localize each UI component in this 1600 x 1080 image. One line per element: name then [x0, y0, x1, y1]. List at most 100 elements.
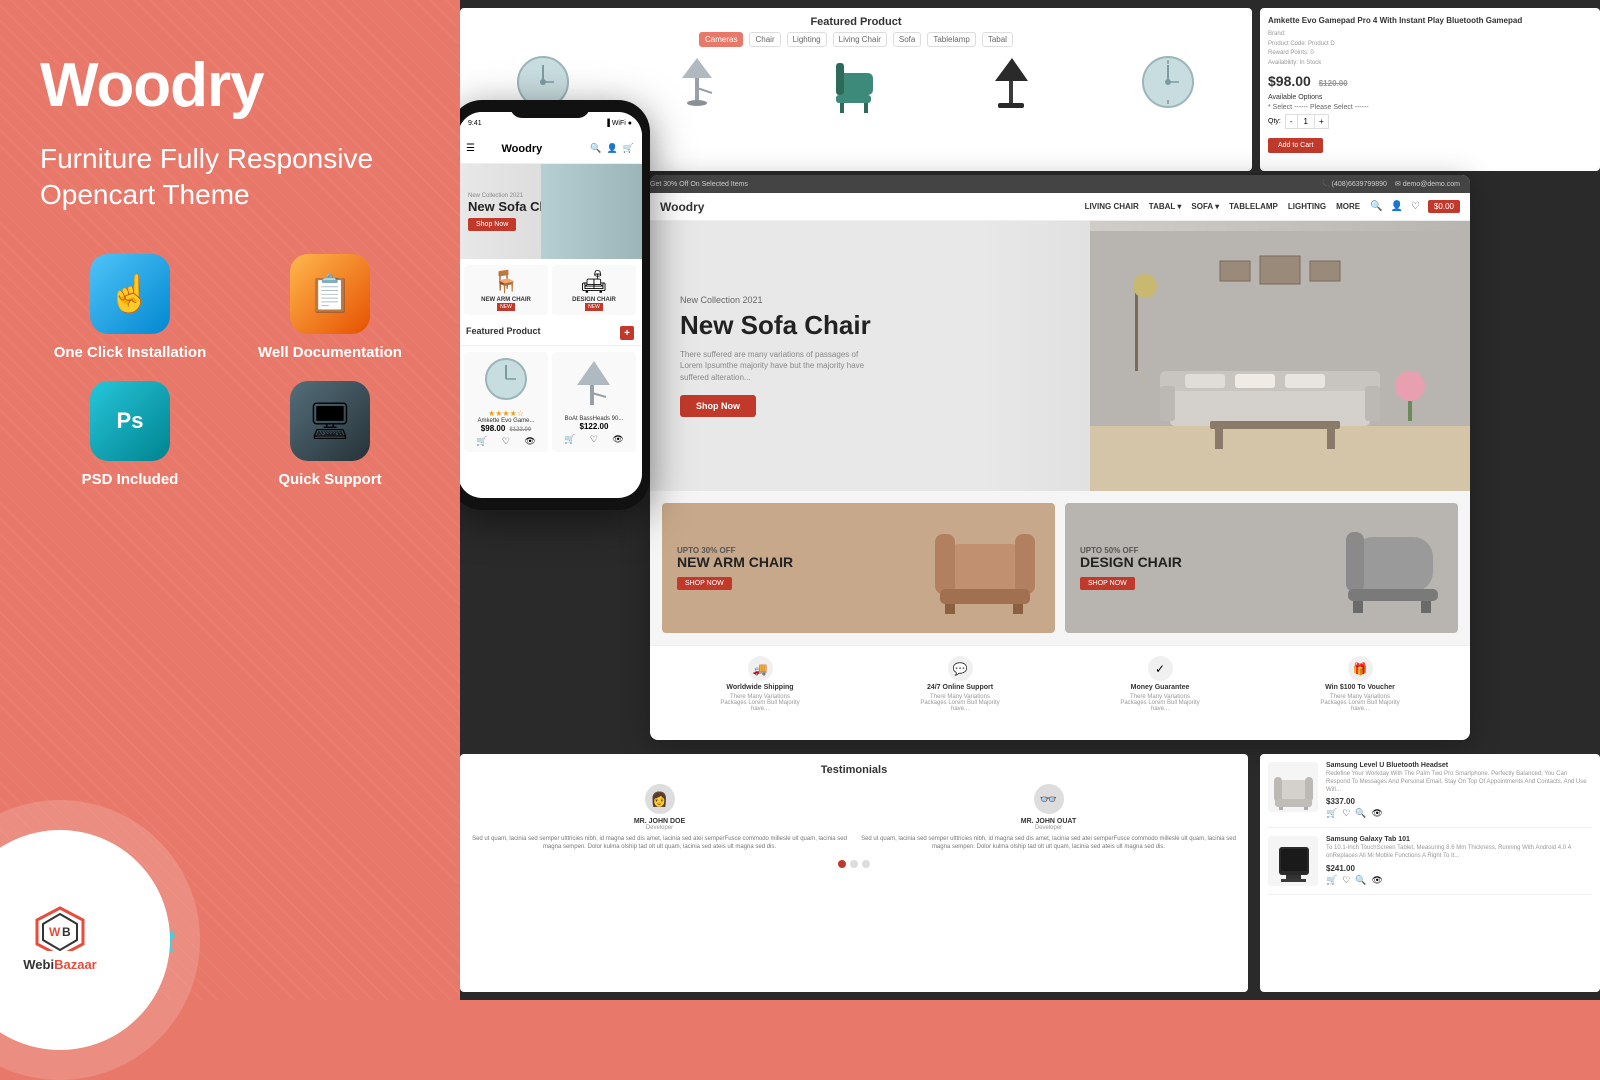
pl-img-1 [1268, 762, 1318, 812]
documentation-icon: 📋 [290, 254, 370, 334]
phone-fp-img-2 [557, 357, 631, 416]
hero-room-bg [1090, 221, 1470, 491]
design-chair-banner-text: UPTO 50% OFF DESIGN CHAIR SHOP NOW [1080, 546, 1182, 589]
support-label: Quick Support [278, 471, 381, 488]
webi-logo-icon: W B [35, 906, 85, 951]
arm-chair-title: NEW ARM CHAIR [677, 555, 793, 570]
testimonial-1-name: MR. JOHN DOE [470, 818, 849, 825]
pl-desc-1: Redefine Your Workday With The Palm Two … [1326, 771, 1592, 794]
voucher-icon: 🎁 [1348, 656, 1373, 681]
testimonials-title: Testimonials [470, 764, 1238, 776]
pl-info-2: Samsung Galaxy Tab 101 To 10.1-Inch Touc… [1326, 836, 1592, 886]
fp-product-price-1: $98.00 $122.00 [469, 424, 543, 433]
desktop-footer-services: 🚚 Worldwide Shipping There Many Variatio… [650, 645, 1470, 722]
testimonial-dots [470, 860, 1238, 868]
product-list-screenshot: Samsung Level U Bluetooth Headset Redefi… [1260, 754, 1600, 992]
support-desc: There Many Variations Packages Lorem Bul… [920, 694, 1000, 712]
desktop-nav: LIVING CHAIR TABAL ▾ SOFA ▾ TABLELAMP LI… [1085, 202, 1361, 211]
desktop-hero: New Collection 2021 New Sofa Chair There… [650, 221, 1470, 491]
pl-info-1: Samsung Level U Bluetooth Headset Redefi… [1326, 762, 1592, 819]
hero-shop-now-button[interactable]: Shop Now [680, 395, 756, 417]
desktop-banners: UPTO 30% OFF NEW ARM CHAIR SHOP NOW [650, 491, 1470, 645]
fp-tab-cameras[interactable]: Cameras [699, 32, 743, 47]
pl-item-1: Samsung Level U Bluetooth Headset Redefi… [1268, 762, 1592, 828]
testimonial-1: 👩 MR. JOHN DOE Developer Sed ut quam, la… [470, 784, 849, 852]
nav-tablelamp[interactable]: TABLELAMP [1229, 202, 1278, 211]
guarantee-title: Money Guarantee [1131, 684, 1190, 691]
arm-chair-label: NEW ARM CHAIR [468, 297, 544, 303]
phone-shop-btn[interactable]: Shop Now [468, 218, 516, 231]
phone-fp-card-2: BoAt BassHeads 90... $122.00 🛒 ♡ 👁 [552, 352, 636, 452]
fp-tab-living[interactable]: Living Chair [833, 32, 887, 47]
support-title: 24/7 Online Support [927, 684, 993, 691]
guarantee-icon: ✓ [1148, 656, 1173, 681]
design-chair-badge: NEW [585, 303, 603, 311]
nav-living-chair[interactable]: LIVING CHAIR [1085, 202, 1139, 211]
phone-fp-card-1: ★★★★☆ Amkette Evo Game... $98.00 $122.00… [464, 352, 548, 452]
left-panel: Woodry Furniture Fully Responsive Openca… [0, 0, 460, 1000]
phone-card-design-chair: 🛋 DESIGN CHAIR NEW [552, 265, 636, 315]
desktop-notification-bar: Get 30% Off On Selected Items 📞 (408)663… [650, 175, 1470, 193]
design-chair-shop-button[interactable]: SHOP NOW [1080, 577, 1135, 590]
add-to-cart-button[interactable]: Add to Cart [1268, 138, 1323, 153]
search-icon[interactable]: 🔍 [1370, 201, 1382, 212]
one-click-icon: ☝ [90, 254, 170, 334]
service-guarantee: ✓ Money Guarantee There Many Variations … [1120, 656, 1200, 712]
phone-outer-frame: 9:41 ▐ WiFi ● ☰ Woodry 🔍 👤 🛒 New Collect… [460, 100, 650, 510]
testimonial-1-text: Sed ut quam, lacinia sed semper ulttrici… [470, 835, 849, 852]
design-chair-title: DESIGN CHAIR [1080, 555, 1182, 570]
bottom-branding: W B WebiBazaar ⟶ opencart [40, 902, 420, 960]
design-chair-img: 🛋 [556, 269, 632, 295]
screenshots-bottom-row: Testimonials 👩 MR. JOHN DOE Developer Se… [460, 750, 1600, 1000]
feature-one-click: ☝ One Click Installation [40, 254, 220, 361]
fp-tab-chair[interactable]: Chair [749, 32, 780, 47]
product-chair [826, 55, 886, 110]
testimonial-1-avatar: 👩 [645, 784, 675, 814]
fp-tab-tablelamp[interactable]: Tablelamp [927, 32, 975, 47]
account-icon[interactable]: 👤 [1391, 201, 1403, 212]
phone-fp-img-1 [469, 357, 543, 409]
voucher-title: Win $100 To Voucher [1325, 684, 1395, 691]
hero-room-svg [1090, 231, 1470, 491]
pl-name-1: Samsung Level U Bluetooth Headset [1326, 762, 1592, 769]
product-lamp [670, 55, 730, 110]
desktop-hero-bg: New Collection 2021 New Sofa Chair There… [650, 221, 1470, 491]
arm-chair-shop-button[interactable]: SHOP NOW [677, 577, 732, 590]
fp-tab-lighting[interactable]: Lighting [787, 32, 827, 47]
desktop-screenshot: Get 30% Off On Selected Items 📞 (408)663… [650, 175, 1470, 740]
brand-subtitle: Furniture Fully Responsive Opencart Them… [40, 141, 420, 214]
feature-psd: Ps PSD Included [40, 381, 220, 488]
service-support: 💬 24/7 Online Support There Many Variati… [920, 656, 1000, 712]
wishlist-icon[interactable]: ♡ [1411, 201, 1420, 212]
arm-chair-image [925, 504, 1045, 633]
testimonial-2: 👓 MR. JOHN OUAT Developer Sed ut quam, l… [859, 784, 1238, 852]
qty-control[interactable]: - 1 + [1285, 114, 1329, 129]
fp-tab-sofa[interactable]: Sofa [893, 32, 921, 47]
desktop-hero-left: New Collection 2021 New Sofa Chair There… [650, 221, 1090, 491]
nav-more[interactable]: MORE [1336, 202, 1360, 211]
phone-featured-title: Featured Product + [460, 321, 642, 346]
fp-tab-tabal[interactable]: Tabal [982, 32, 1013, 47]
pl-actions-1: 🛒 ♡ 🔍 👁 [1326, 808, 1592, 819]
support-icon-footer: 💬 [948, 656, 973, 681]
arm-chair-badge: NEW [497, 303, 515, 311]
pd-meta: Brand: Product Code: Product D Reward Po… [1268, 30, 1592, 68]
phone-hero: New Collection 2021 New Sofa Chair Shop … [460, 164, 642, 259]
pl-desc-2: To 10.1-Inch TouchScreen Tablet, Measuri… [1326, 845, 1592, 861]
cart-icon[interactable]: $0.00 [1428, 200, 1460, 213]
nav-sofa[interactable]: SOFA ▾ [1191, 202, 1219, 211]
feature-support: 🖥 Quick Support [240, 381, 420, 488]
nav-lighting[interactable]: LIGHTING [1288, 202, 1326, 211]
service-shipping: 🚚 Worldwide Shipping There Many Variatio… [720, 656, 800, 712]
svg-text:W: W [49, 925, 61, 939]
svg-text:B: B [62, 925, 71, 939]
pd-select: * Select ------ Please Select ------ [1268, 104, 1592, 111]
pl-price-2: $241.00 [1326, 864, 1592, 873]
design-chair-banner: UPTO 50% OFF DESIGN CHAIR SHOP NOW [1065, 503, 1458, 633]
product-clock2 [1138, 55, 1198, 110]
feature-documentation: 📋 Well Documentation [240, 254, 420, 361]
nav-tabal[interactable]: TABAL ▾ [1149, 202, 1182, 211]
desktop-header-icons: 🔍 👤 ♡ $0.00 [1370, 200, 1460, 213]
psd-icon: Ps [90, 381, 170, 461]
pl-name-2: Samsung Galaxy Tab 101 [1326, 836, 1592, 843]
